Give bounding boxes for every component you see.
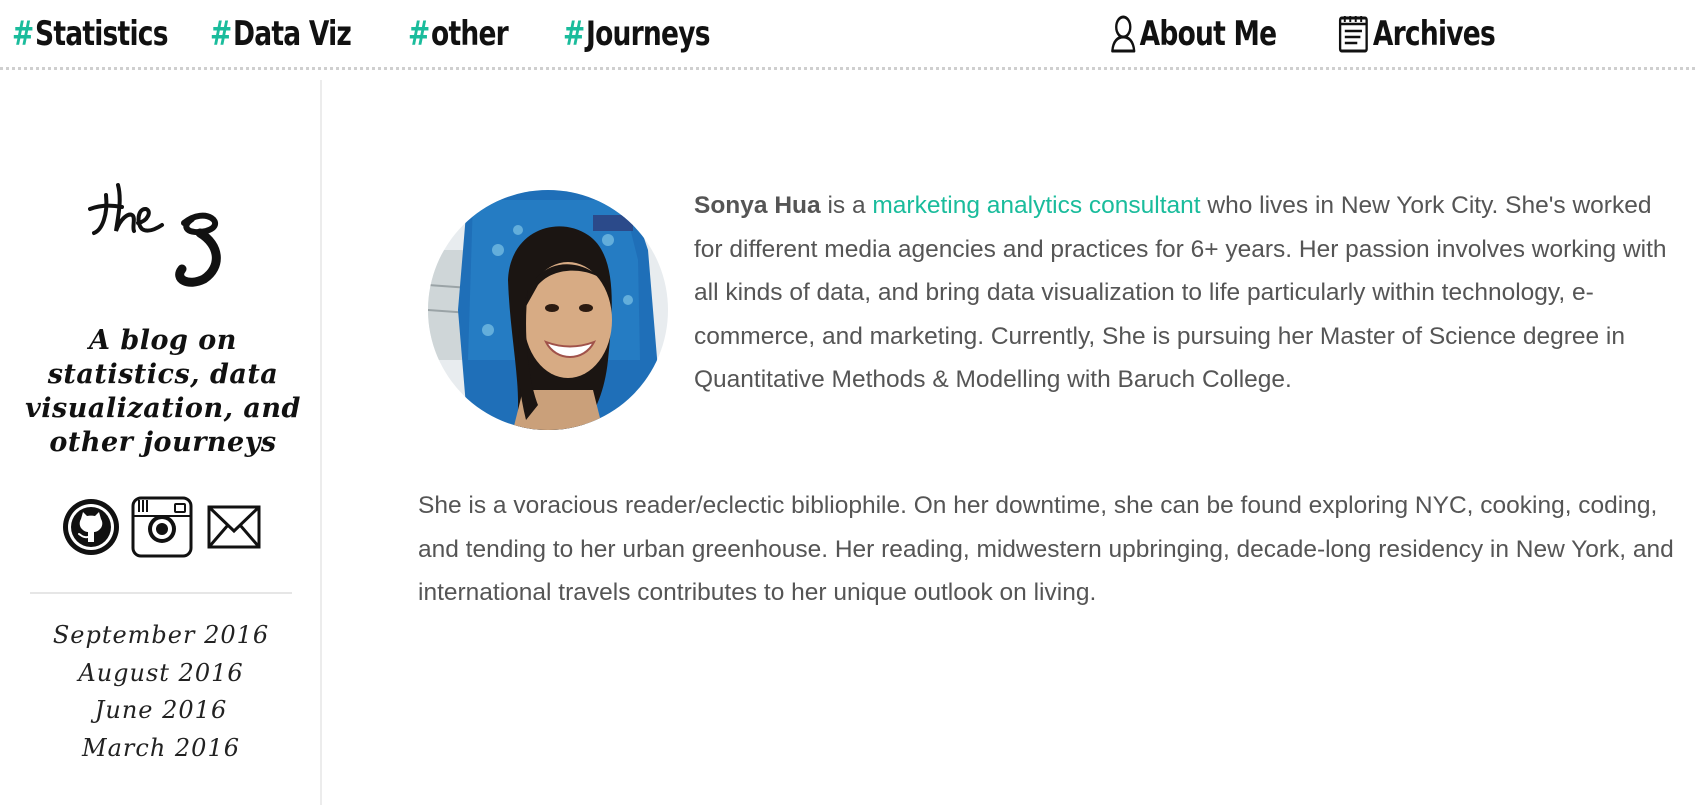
nav-data-viz[interactable]: # Data Viz bbox=[210, 10, 352, 58]
nav-statistics-label: Statistics bbox=[35, 14, 168, 54]
blog-tagline: A blog on statistics, data visualization… bbox=[25, 325, 301, 458]
nav-journeys[interactable]: # Journeys bbox=[563, 10, 711, 58]
archive-list: September 2016 August 2016 June 2016 Mar… bbox=[0, 617, 322, 767]
mail-icon bbox=[207, 505, 261, 554]
email-link[interactable] bbox=[204, 498, 264, 560]
instagram-link[interactable] bbox=[130, 496, 194, 563]
bio-connector: is a bbox=[827, 192, 866, 219]
nav-archives-label: Archives bbox=[1372, 14, 1496, 54]
site-logo[interactable] bbox=[88, 175, 228, 295]
nav-about-me-label: About Me bbox=[1139, 14, 1277, 54]
nav-about-me[interactable]: About Me bbox=[1110, 10, 1277, 58]
profile-photo bbox=[428, 190, 668, 430]
sidebar: A blog on statistics, data visualization… bbox=[0, 80, 322, 805]
nav-archives[interactable]: Archives bbox=[1337, 10, 1496, 58]
bio-text: who lives in New York City. She's worked… bbox=[694, 192, 1667, 393]
top-navigation: # Statistics # Data Viz # other # Journe… bbox=[0, 0, 1695, 70]
nav-data-viz-label: Data Viz bbox=[233, 14, 352, 54]
nav-statistics[interactable]: # Statistics bbox=[12, 10, 169, 58]
nav-journeys-label: Journeys bbox=[586, 14, 711, 54]
author-name: Sonya Hua bbox=[694, 192, 821, 219]
role-link[interactable]: marketing analytics consultant bbox=[872, 192, 1200, 219]
hash-symbol: # bbox=[408, 14, 430, 54]
about-bio: Sonya Hua is a marketing analytics consu… bbox=[694, 184, 1674, 402]
sidebar-divider bbox=[30, 592, 292, 594]
archive-link-august-2016[interactable]: August 2016 bbox=[0, 655, 322, 693]
nav-other-label: other bbox=[431, 14, 509, 54]
about-bio-second: She is a voracious reader/eclectic bibli… bbox=[418, 492, 1674, 606]
github-icon bbox=[61, 497, 121, 562]
instagram-icon bbox=[131, 496, 193, 563]
nav-other[interactable]: # other bbox=[408, 10, 509, 58]
hash-symbol: # bbox=[12, 14, 34, 54]
hash-symbol: # bbox=[210, 14, 232, 54]
notebook-icon bbox=[1337, 14, 1370, 54]
user-icon bbox=[1110, 15, 1137, 53]
github-link[interactable] bbox=[60, 498, 122, 560]
archive-link-september-2016[interactable]: September 2016 bbox=[0, 617, 322, 655]
hash-symbol: # bbox=[563, 14, 585, 54]
archive-link-march-2016[interactable]: March 2016 bbox=[0, 730, 322, 768]
archive-link-june-2016[interactable]: June 2016 bbox=[0, 692, 322, 730]
